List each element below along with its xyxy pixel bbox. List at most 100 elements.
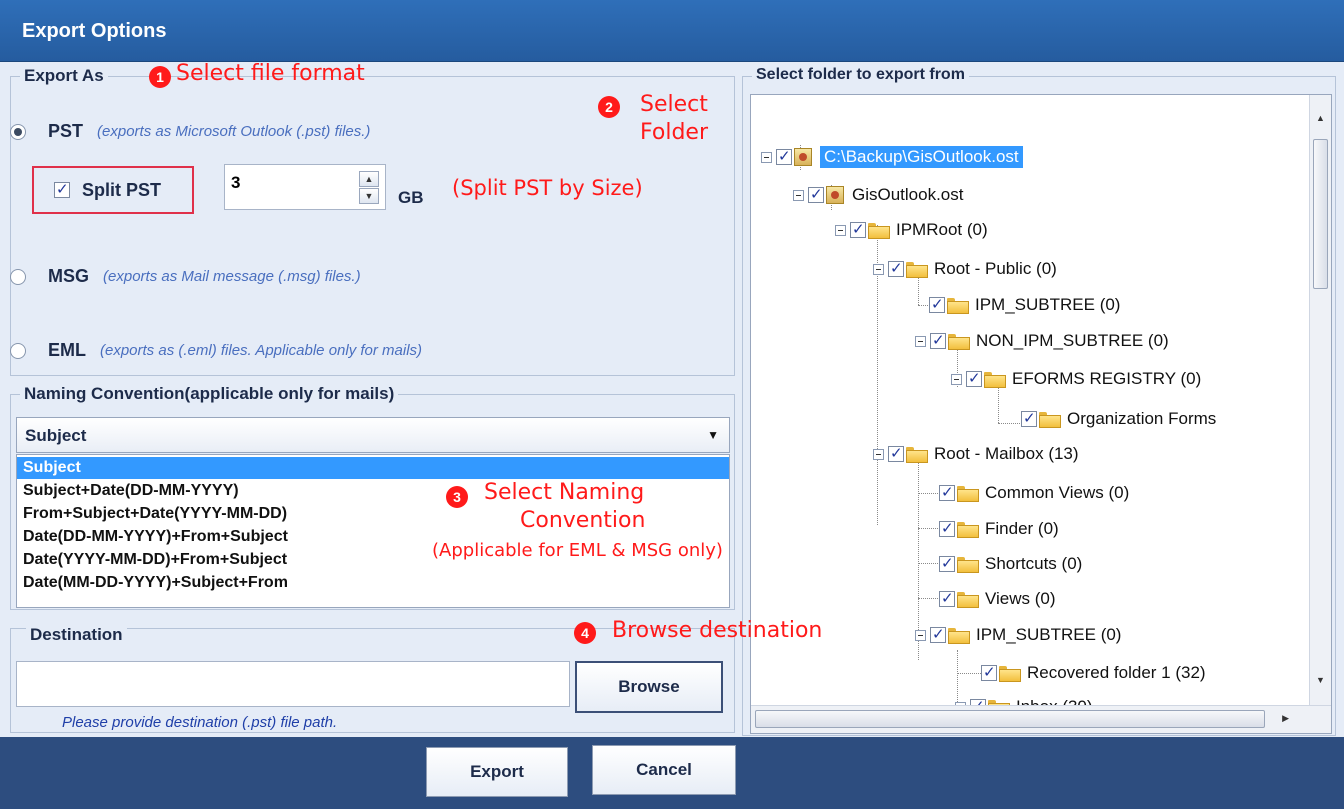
tree-item-label: Recovered folder 1 (32) (1027, 663, 1206, 682)
scroll-up-icon[interactable]: ▲ (1316, 113, 1325, 123)
scrollbar-thumb[interactable] (755, 710, 1265, 728)
radio-msg[interactable]: MSG (exports as Mail message (.msg) file… (10, 266, 361, 287)
tree-item-ipm-subtree-mailbox[interactable]: IPM_SUBTREE (0) (915, 623, 1121, 647)
tree-checkbox[interactable] (939, 483, 955, 501)
tree-item-label: Shortcuts (0) (985, 554, 1083, 573)
tree-checkbox[interactable] (1021, 409, 1037, 427)
step-3-marker: 3 (446, 486, 468, 508)
naming-option[interactable]: Subject (17, 457, 729, 479)
destination-input[interactable] (16, 661, 570, 707)
naming-option[interactable]: Date(YYYY-MM-DD)+From+Subject (23, 549, 287, 571)
tree-checkbox[interactable] (939, 519, 955, 537)
naming-legend: Naming Convention(applicable only for ma… (20, 384, 399, 404)
naming-option[interactable]: Date(MM-DD-YYYY)+Subject+From (23, 572, 288, 594)
tree-item-ipm-subtree-public[interactable]: IPM_SUBTREE (0) (929, 293, 1120, 317)
folder-panel-legend: Select folder to export from (752, 66, 969, 84)
tree-checkbox[interactable] (939, 589, 955, 607)
tree-item-label: Organization Forms (1067, 409, 1217, 428)
tree-item-organization-forms[interactable]: Organization Forms (1021, 407, 1216, 431)
destination-legend: Destination (26, 625, 127, 645)
tree-checkbox[interactable] (966, 369, 982, 387)
dialog-footer: Export Cancel (0, 737, 1344, 809)
tree-item-root-public[interactable]: Root - Public (0) (873, 257, 1057, 281)
tree-item-label: Root - Public (0) (934, 259, 1057, 278)
annotation-naming-note: (Applicable for EML & MSG only) (432, 540, 723, 561)
naming-option[interactable]: Date(DD-MM-YYYY)+From+Subject (23, 526, 288, 548)
browse-button[interactable]: Browse (575, 661, 723, 713)
split-pst-check-icon[interactable] (54, 180, 70, 198)
tree-item-gisoutlook[interactable]: GisOutlook.ost (793, 183, 964, 207)
export-button[interactable]: Export (426, 747, 568, 797)
tree-item-eforms-registry[interactable]: EFORMS REGISTRY (0) (951, 367, 1201, 391)
collapse-icon[interactable] (761, 151, 772, 163)
cancel-button[interactable]: Cancel (592, 745, 736, 795)
collapse-icon[interactable] (873, 263, 884, 275)
radio-eml[interactable]: EML (exports as (.eml) files. Applicable… (10, 340, 422, 361)
tree-item-shortcuts[interactable]: Shortcuts (0) (939, 552, 1082, 576)
split-pst-checkbox[interactable]: Split PST (32, 166, 194, 214)
collapse-icon[interactable] (915, 335, 926, 347)
horizontal-scrollbar[interactable]: ▶ (751, 705, 1331, 733)
tree-checkbox[interactable] (888, 259, 904, 277)
folder-icon (957, 522, 979, 538)
tree-checkbox[interactable] (929, 295, 945, 313)
tree-item-finder[interactable]: Finder (0) (939, 517, 1059, 541)
split-size-value: 3 (231, 173, 241, 192)
vertical-scrollbar[interactable]: ▲ ▼ (1309, 95, 1331, 705)
scroll-right-icon[interactable]: ▶ (1282, 713, 1289, 724)
tree-item-label: Common Views (0) (985, 483, 1130, 502)
collapse-icon[interactable] (793, 189, 804, 201)
tree-item-views[interactable]: Views (0) (939, 587, 1056, 611)
folder-icon (984, 372, 1006, 388)
annotation-select-file-format: Select file format (176, 61, 365, 86)
naming-option[interactable]: Subject+Date(DD-MM-YYYY) (23, 480, 239, 502)
pst-description: (exports as Microsoft Outlook (.pst) fil… (97, 123, 371, 140)
collapse-icon[interactable] (915, 629, 926, 641)
tree-item-root-mailbox[interactable]: Root - Mailbox (13) (873, 442, 1079, 466)
msg-description: (exports as Mail message (.msg) files.) (103, 268, 361, 285)
folder-icon (957, 592, 979, 608)
collapse-icon[interactable] (951, 373, 962, 385)
tree-checkbox[interactable] (930, 625, 946, 643)
naming-select[interactable]: Subject ▼ (16, 417, 730, 453)
tree-checkbox[interactable] (930, 331, 946, 349)
folder-icon (957, 557, 979, 573)
pst-label: PST (48, 121, 84, 141)
export-as-legend: Export As (20, 66, 108, 86)
stepper-up-button[interactable]: ▲ (359, 171, 379, 187)
tree-checkbox[interactable] (808, 185, 824, 203)
split-size-unit: GB (398, 188, 424, 207)
pst-radio-button[interactable] (10, 123, 26, 140)
collapse-icon[interactable] (835, 224, 846, 236)
tree-item-recovered-folder[interactable]: Recovered folder 1 (32) (981, 661, 1206, 685)
folder-icon (906, 262, 928, 278)
collapse-icon[interactable] (873, 448, 884, 460)
msg-radio-button[interactable] (10, 268, 26, 285)
naming-selected-value: Subject (25, 426, 87, 445)
tree-item-ost-file[interactable]: C:\Backup\GisOutlook.ost (761, 145, 1023, 169)
tree-checkbox[interactable] (981, 663, 997, 681)
tree-item-label: EFORMS REGISTRY (0) (1012, 369, 1202, 388)
tree-checkbox[interactable] (888, 444, 904, 462)
scrollbar-thumb[interactable] (1313, 139, 1328, 289)
msg-label: MSG (48, 266, 90, 286)
annotation-select-folder-2: Folder (640, 120, 708, 145)
chevron-down-icon[interactable]: ▼ (707, 428, 719, 442)
tree-item-non-ipm-subtree[interactable]: NON_IPM_SUBTREE (0) (915, 329, 1169, 353)
tree-item-common-views[interactable]: Common Views (0) (939, 481, 1129, 505)
naming-option[interactable]: From+Subject+Date(YYYY-MM-DD) (23, 503, 287, 525)
split-size-stepper[interactable]: 3 ▲ ▼ (224, 164, 386, 210)
tree-checkbox[interactable] (776, 147, 792, 165)
eml-radio-button[interactable] (10, 342, 26, 359)
tree-item-label: IPM_SUBTREE (0) (975, 295, 1121, 314)
tree-checkbox[interactable] (939, 554, 955, 572)
folder-icon (1039, 412, 1061, 428)
annotation-select-naming-1: Select Naming (484, 480, 645, 505)
radio-pst[interactable]: PST (exports as Microsoft Outlook (.pst)… (10, 121, 370, 142)
scroll-down-icon[interactable]: ▼ (1316, 675, 1325, 685)
title-bar: Export Options (0, 0, 1344, 62)
destination-hint: Please provide destination (.pst) file p… (62, 714, 338, 731)
tree-checkbox[interactable] (850, 220, 866, 238)
stepper-down-button[interactable]: ▼ (359, 188, 379, 204)
tree-item-ipmroot[interactable]: IPMRoot (0) (835, 218, 988, 242)
